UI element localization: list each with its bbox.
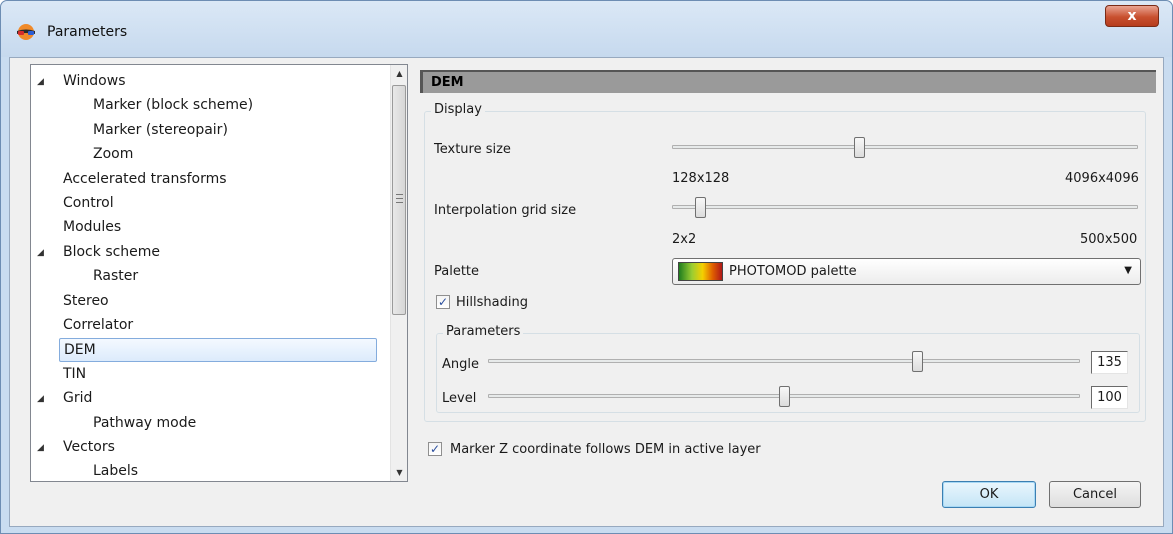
texture-size-label: Texture size bbox=[434, 142, 511, 157]
tree-item[interactable]: ◢ Block scheme bbox=[31, 241, 389, 265]
palette-dropdown[interactable]: PHOTOMOD palette ▼ bbox=[672, 258, 1141, 285]
tree-item-label: Windows bbox=[63, 73, 126, 89]
section-header: DEM bbox=[420, 70, 1156, 93]
tree-item[interactable]: Raster bbox=[31, 265, 389, 289]
tree-item[interactable]: DEM bbox=[31, 338, 389, 363]
hillshading-checkbox[interactable]: ✓ bbox=[436, 295, 450, 309]
title-bar[interactable]: Parameters x bbox=[1, 1, 1172, 57]
marker-z-label[interactable]: Marker Z coordinate follows DEM in activ… bbox=[450, 442, 761, 457]
interpolation-grid-min-label: 2x2 bbox=[672, 232, 697, 247]
expand-triangle-icon[interactable]: ◢ bbox=[37, 70, 44, 94]
tree-item[interactable]: Accelerated transforms bbox=[31, 168, 389, 192]
angle-label: Angle bbox=[442, 357, 479, 372]
close-icon: x bbox=[1127, 8, 1137, 24]
tree-item-label: Labels bbox=[93, 463, 139, 480]
tree-item-label: TIN bbox=[63, 365, 87, 382]
interpolation-grid-size-slider-thumb[interactable] bbox=[694, 197, 706, 218]
display-group-title: Display bbox=[431, 102, 485, 117]
interpolation-grid-size-label: Interpolation grid size bbox=[434, 203, 577, 218]
angle-slider[interactable] bbox=[488, 359, 1080, 363]
tree-item-label: Correlator bbox=[63, 317, 134, 333]
level-value-field[interactable]: 100 bbox=[1091, 386, 1128, 409]
dropdown-arrow-icon: ▼ bbox=[1124, 265, 1132, 276]
level-label: Level bbox=[442, 391, 477, 406]
tree-item[interactable]: Correlator bbox=[31, 314, 389, 338]
window-title: Parameters bbox=[47, 24, 128, 40]
tree-item-label: Marker (block scheme) bbox=[93, 97, 254, 114]
tree-item-label: Stereo bbox=[63, 292, 109, 309]
tree-item-label: DEM bbox=[59, 338, 377, 363]
texture-size-min-label: 128x128 bbox=[672, 171, 730, 186]
tree-item[interactable]: ◢ Vectors bbox=[31, 436, 389, 460]
tree-item[interactable]: Pathway mode bbox=[31, 412, 389, 436]
tree-item-label: Modules bbox=[63, 219, 122, 236]
texture-size-slider-thumb[interactable] bbox=[854, 137, 865, 158]
stereo-glasses-icon bbox=[17, 24, 35, 40]
tree-item-label: Block scheme bbox=[63, 243, 161, 260]
texture-size-slider[interactable] bbox=[672, 145, 1138, 149]
palette-gradient-swatch bbox=[678, 262, 723, 281]
checkmark-icon: ✓ bbox=[429, 442, 441, 456]
expand-triangle-icon[interactable]: ◢ bbox=[37, 436, 44, 460]
parameters-group-title: Parameters bbox=[443, 324, 524, 339]
palette-label: Palette bbox=[434, 264, 480, 279]
hillshading-label[interactable]: Hillshading bbox=[456, 295, 528, 310]
tree-item[interactable]: Modules bbox=[31, 216, 389, 240]
texture-size-max-label: 4096x4096 bbox=[1065, 171, 1139, 186]
settings-tree[interactable]: ◢ Windows Marker (block scheme) Marker (ste… bbox=[30, 64, 408, 482]
scroll-down-arrow-icon[interactable]: ▼ bbox=[391, 464, 407, 481]
tree-item[interactable]: Labels bbox=[31, 460, 389, 481]
checkmark-icon: ✓ bbox=[437, 295, 449, 309]
scroll-up-arrow-icon[interactable]: ▲ bbox=[391, 65, 407, 82]
grip-icon bbox=[396, 194, 403, 203]
close-button[interactable]: x bbox=[1105, 5, 1159, 27]
tree-item[interactable]: ◢ Grid bbox=[31, 387, 389, 411]
marker-z-checkbox[interactable]: ✓ bbox=[428, 442, 442, 456]
tree-item-label: Vectors bbox=[63, 439, 115, 455]
angle-slider-thumb[interactable] bbox=[912, 351, 924, 372]
tree-item[interactable]: ◢ Windows bbox=[31, 70, 389, 94]
tree-item-label: Zoom bbox=[93, 146, 134, 163]
interpolation-grid-size-slider[interactable] bbox=[672, 205, 1138, 209]
tree-item-label: Control bbox=[63, 195, 114, 211]
tree-item-label: Accelerated transforms bbox=[63, 170, 227, 187]
tree-item[interactable]: Marker (stereopair) bbox=[31, 119, 389, 143]
tree-item[interactable]: TIN bbox=[31, 363, 389, 387]
level-slider-thumb[interactable] bbox=[778, 386, 790, 407]
parameters-window: Parameters x ◢ Windows Marker (block schem… bbox=[0, 0, 1173, 534]
tree-item-label: Grid bbox=[63, 390, 93, 407]
tree-item-label: Pathway mode bbox=[93, 414, 197, 431]
tree-item[interactable]: Control bbox=[31, 192, 389, 216]
angle-value-field[interactable]: 135 bbox=[1091, 351, 1128, 374]
tree-item[interactable]: Marker (block scheme) bbox=[31, 94, 389, 118]
dialog-client-area: ◢ Windows Marker (block scheme) Marker (ste… bbox=[9, 57, 1164, 527]
tree-scrollbar[interactable]: ▲ ▼ bbox=[390, 65, 407, 481]
tree-item-label: Raster bbox=[93, 268, 139, 285]
scroll-thumb[interactable] bbox=[392, 85, 406, 315]
expand-triangle-icon[interactable]: ◢ bbox=[37, 241, 44, 265]
cancel-button[interactable]: Cancel bbox=[1049, 481, 1141, 508]
tree-item-label: Marker (stereopair) bbox=[93, 121, 228, 138]
tree-item[interactable]: Zoom bbox=[31, 143, 389, 167]
ok-button[interactable]: OK bbox=[942, 481, 1036, 508]
interpolation-grid-max-label: 500x500 bbox=[1080, 232, 1138, 247]
tree-item[interactable]: Stereo bbox=[31, 290, 389, 314]
expand-triangle-icon[interactable]: ◢ bbox=[37, 387, 44, 411]
palette-selected-value: PHOTOMOD palette bbox=[729, 264, 857, 279]
